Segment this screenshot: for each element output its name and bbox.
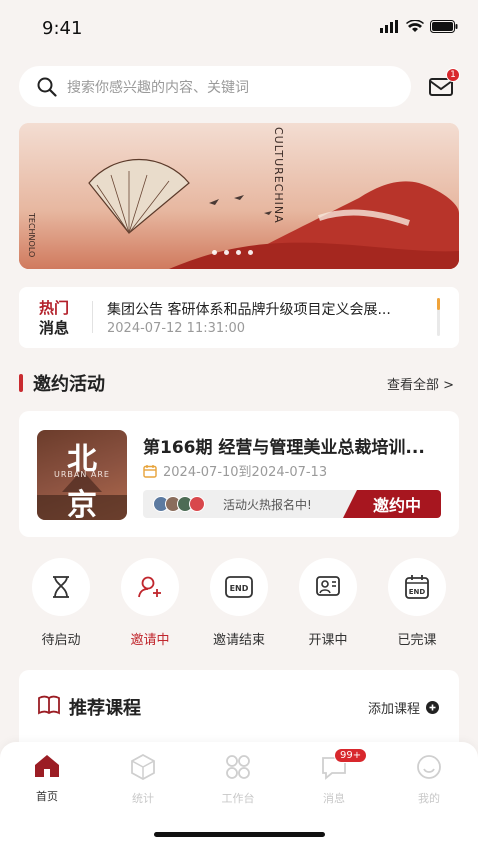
tab-stats[interactable]: 统计 [113,753,173,806]
stats-icon [131,753,155,781]
quick-status-row: 待启动 邀请中 END 邀请结束 开课中 END 已完课 [19,558,459,658]
carousel-dot[interactable] [248,250,253,255]
calendar-end-icon: END [405,575,429,599]
tab-home[interactable]: 首页 [17,754,77,804]
activity-card[interactable]: 北 URBAN ARE 京 第166期 经营与管理美业总裁培训... 2024-… [19,411,459,537]
activity-title[interactable]: 第166期 经营与管理美业总裁培训... [143,433,448,458]
carousel-dot[interactable] [224,250,229,255]
home-indicator[interactable] [154,832,325,837]
quick-item-circle [299,558,357,616]
activity-thumbnail: 北 URBAN ARE 京 [37,430,127,520]
activity-status-badge: 邀约中 [343,490,441,518]
class-icon [316,576,340,596]
quick-item-label: 邀请结束 [212,633,265,648]
search-bar[interactable]: 搜索你感兴趣的内容、关键词 [19,66,411,107]
hot-news-tag-line2: 消息 [39,319,70,337]
calendar-icon [143,464,157,478]
quick-item-label: 开课中 [308,633,348,648]
recommend-title: 推荐课程 [69,698,141,719]
quick-item-pending[interactable]: 待启动 [21,558,101,648]
quick-item-in-class[interactable]: 开课中 [288,558,368,648]
end-icon: END [225,576,253,598]
add-circle-icon [426,701,439,714]
svg-text:END: END [230,584,249,593]
divider [92,301,93,333]
promo-banner[interactable]: CULTURECHINA TECHNOLO [19,123,459,269]
message-badge: 99+ [334,748,368,763]
book-icon [38,695,60,715]
activity-status-strip: 活动火热报名中! 邀约中 [143,490,441,518]
quick-item-circle [32,558,90,616]
battery-icon [430,20,458,33]
quick-item-circle: END [388,558,446,616]
tab-label: 消息 [323,792,345,805]
grid-icon [226,755,250,779]
view-all-link[interactable]: 查看全部 > [387,374,454,393]
carousel-indicator[interactable] [212,250,253,255]
quick-item-label: 已完课 [397,633,437,648]
quick-item-circle: END [210,558,268,616]
tab-workbench[interactable]: 工作台 [208,754,268,806]
activity-date-row: 2024-07-10到2024-07-13 [143,461,327,480]
hourglass-icon [53,576,69,598]
news-date: 2024-07-12 11:31:00 [107,321,246,336]
quick-item-completed[interactable]: END 已完课 [377,558,457,648]
banner-artwork [19,123,459,269]
tab-label: 我的 [418,792,440,805]
banner-caption: CULTURECHINA [272,127,285,224]
thumb-caption: URBAN ARE [54,470,110,479]
quick-item-inviting[interactable]: 邀请中 [110,558,190,648]
status-time: 9:41 [42,18,83,39]
svg-text:END: END [409,588,426,596]
tab-label: 工作台 [221,792,255,805]
smile-icon [417,755,441,779]
tab-label: 统计 [132,792,154,805]
more-avatars-icon [189,496,205,512]
home-icon [35,755,59,777]
banner-side-text: TECHNOLO [27,213,36,258]
thumb-char-2: 京 [67,488,97,520]
news-title[interactable]: 集团公告 客研体系和品牌升级项目定义会展... [107,299,427,319]
add-course-label: 添加课程 [367,702,420,717]
wifi-icon [406,20,424,32]
quick-item-invite-ended[interactable]: END 邀请结束 [199,558,279,648]
quick-item-label: 待启动 [41,633,81,648]
search-icon [37,77,57,97]
mail-badge: 1 [446,68,460,82]
mail-button[interactable]: 1 [428,68,460,100]
hot-news-tag-line1: 热门 [39,299,70,317]
news-scroll-indicator [437,298,440,336]
carousel-dot[interactable] [212,250,217,255]
tab-messages[interactable]: 99+ 消息 [304,748,368,806]
activity-hint: 活动火热报名中! [223,498,312,512]
section-title: 邀约活动 [33,374,105,395]
section-marker [19,374,23,392]
search-placeholder: 搜索你感兴趣的内容、关键词 [67,79,249,96]
carousel-dot[interactable] [236,250,241,255]
add-course-button[interactable]: 添加课程 [368,698,439,717]
status-icons [380,20,458,33]
news-ticker[interactable]: 热门 消息 集团公告 客研体系和品牌升级项目定义会展... 2024-07-12… [19,287,459,348]
signal-icon [380,20,398,33]
tab-profile[interactable]: 我的 [399,754,459,806]
participant-avatars [153,496,205,512]
activity-date: 2024-07-10到2024-07-13 [163,465,328,480]
hot-news-tag: 热门 消息 [39,298,79,338]
add-user-icon [138,576,161,598]
quick-item-circle [121,558,179,616]
tab-label: 首页 [36,790,58,803]
quick-item-label: 邀请中 [130,633,170,648]
